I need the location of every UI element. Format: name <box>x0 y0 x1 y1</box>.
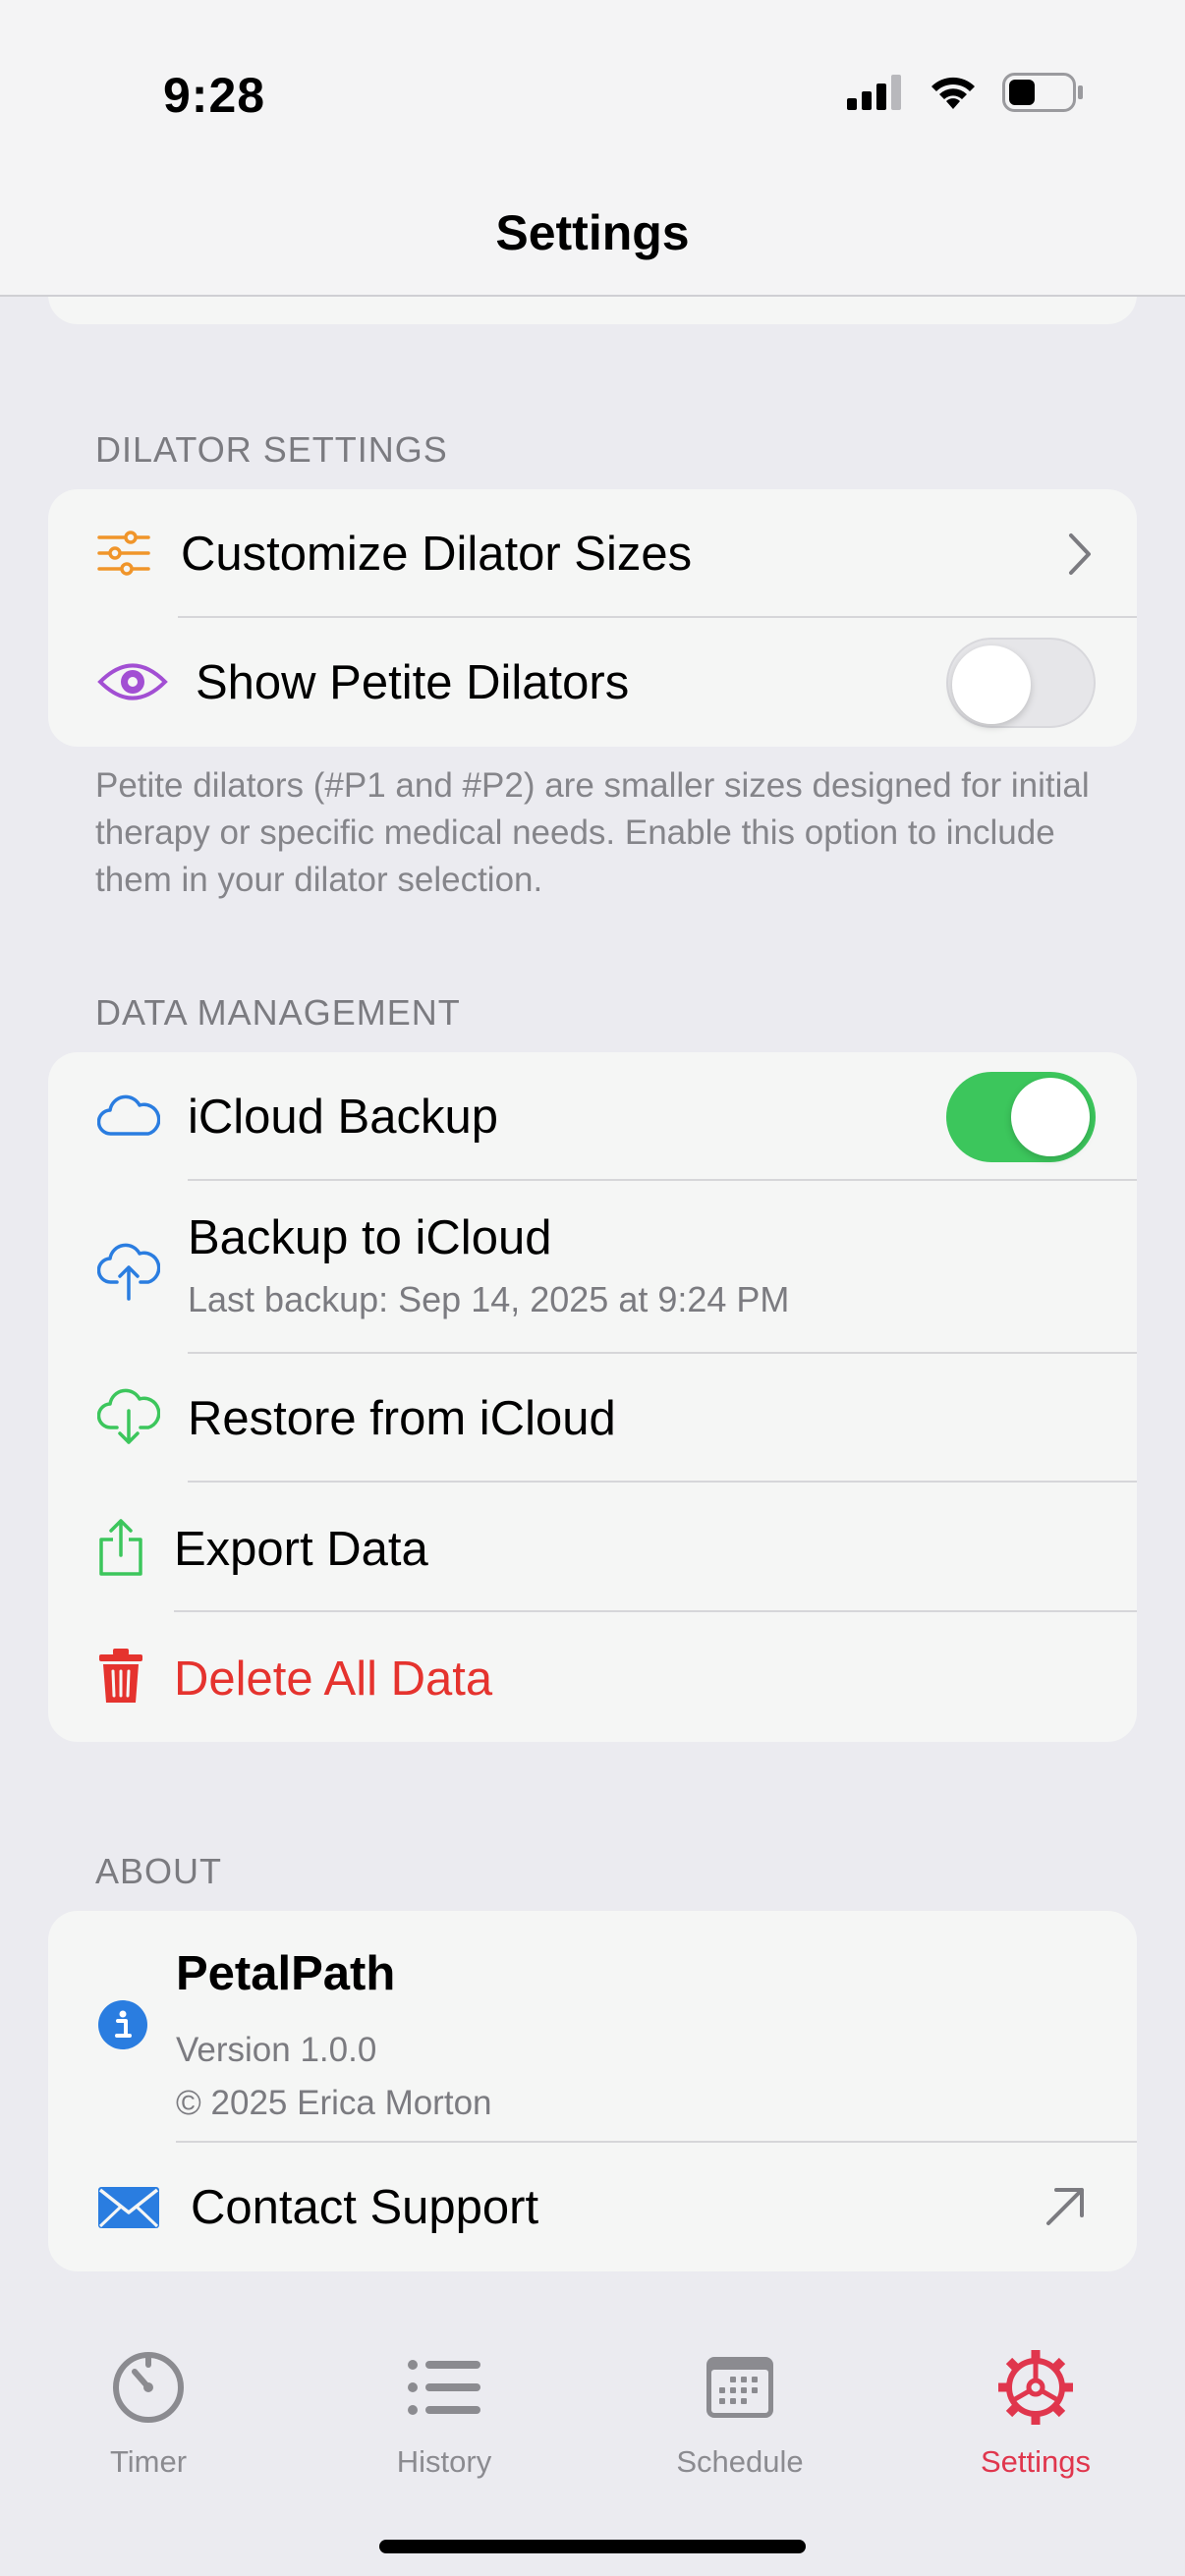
arrow-up-right-icon <box>1044 2186 1086 2227</box>
section-header-about: ABOUT <box>95 1851 223 1891</box>
tab-schedule-label: Schedule <box>676 2444 804 2479</box>
cloud-upload-icon <box>97 1242 160 1301</box>
eye-icon <box>97 659 168 704</box>
contact-support-row[interactable]: Contact Support <box>48 2143 1137 2271</box>
tab-settings-label: Settings <box>980 2444 1091 2479</box>
show-petite-dilators-row: Show Petite Dilators <box>48 618 1137 747</box>
list-icon <box>408 2360 480 2415</box>
status-bar: 9:28 <box>0 0 1185 147</box>
timer-icon <box>113 2352 184 2423</box>
toggle-knob <box>1011 1078 1090 1156</box>
info-icon <box>97 1999 148 2050</box>
delete-all-data-row[interactable]: Delete All Data <box>48 1612 1137 1742</box>
about-card: PetalPath Version 1.0.0 © 2025 Erica Mor… <box>48 1911 1137 2271</box>
wifi-icon <box>931 77 975 109</box>
trash-icon <box>97 1648 144 1705</box>
navigation-bar: Settings <box>0 147 1185 297</box>
section-header-data-management: DATA MANAGEMENT <box>95 992 461 1033</box>
export-data-row[interactable]: Export Data <box>48 1483 1137 1612</box>
tab-schedule[interactable]: Schedule <box>642 2348 838 2480</box>
restore-from-icloud-label: Restore from iCloud <box>188 1392 616 1445</box>
tab-timer-label: Timer <box>109 2444 188 2479</box>
status-icons <box>847 73 1083 112</box>
sliders-icon <box>97 531 150 576</box>
cellular-signal-icon <box>847 75 901 110</box>
tab-bar: Timer History Schedule Settings <box>0 2299 1185 2576</box>
section-header-dilator-settings: DILATOR SETTINGS <box>95 429 448 470</box>
delete-all-data-label: Delete All Data <box>174 1652 493 1706</box>
icloud-backup-toggle[interactable] <box>946 1072 1096 1162</box>
export-data-label: Export Data <box>174 1523 428 1576</box>
toggle-knob <box>952 645 1031 724</box>
customize-dilator-sizes-row[interactable]: Customize Dilator Sizes <box>48 489 1137 618</box>
tab-history[interactable]: History <box>346 2348 542 2480</box>
share-export-icon <box>97 1518 144 1577</box>
battery-icon <box>1002 73 1083 112</box>
app-name: PetalPath <box>176 1947 396 2000</box>
data-management-card: iCloud Backup Backup to iCloud Last back… <box>48 1052 1137 1742</box>
app-info-row: PetalPath Version 1.0.0 © 2025 Erica Mor… <box>48 1911 1137 2143</box>
envelope-icon <box>97 2186 160 2229</box>
gear-icon <box>998 2350 1073 2425</box>
restore-from-icloud-row[interactable]: Restore from iCloud <box>48 1354 1137 1483</box>
icloud-backup-label: iCloud Backup <box>188 1091 498 1144</box>
cloud-icon <box>97 1093 160 1137</box>
status-time: 9:28 <box>163 68 266 123</box>
petite-dilators-footer: Petite dilators (#P1 and #P2) are smalle… <box>95 766 1090 899</box>
chevron-right-icon <box>1068 532 1092 576</box>
tab-timer[interactable]: Timer <box>50 2348 247 2480</box>
petite-dilators-toggle[interactable] <box>946 638 1096 728</box>
tab-settings[interactable]: Settings <box>937 2348 1134 2480</box>
backup-to-icloud-label: Backup to iCloud <box>188 1211 552 1264</box>
last-backup-text: Last backup: Sep 14, 2025 at 9:24 PM <box>188 1279 790 1319</box>
dilator-settings-card: Customize Dilator Sizes Show Petite Dila… <box>48 489 1137 747</box>
page-title: Settings <box>495 205 690 260</box>
cloud-download-icon <box>97 1387 160 1446</box>
app-version: Version 1.0.0 <box>176 2031 377 2069</box>
customize-dilator-sizes-label: Customize Dilator Sizes <box>181 528 693 581</box>
home-indicator <box>379 2540 806 2553</box>
show-petite-dilators-label: Show Petite Dilators <box>196 656 630 709</box>
app-copyright: © 2025 Erica Morton <box>176 2084 492 2122</box>
tab-history-label: History <box>396 2444 492 2479</box>
calendar-icon <box>706 2357 773 2418</box>
backup-to-icloud-row[interactable]: Backup to iCloud Last backup: Sep 14, 20… <box>48 1181 1137 1354</box>
contact-support-label: Contact Support <box>191 2181 539 2234</box>
icloud-backup-row: iCloud Backup <box>48 1052 1137 1181</box>
